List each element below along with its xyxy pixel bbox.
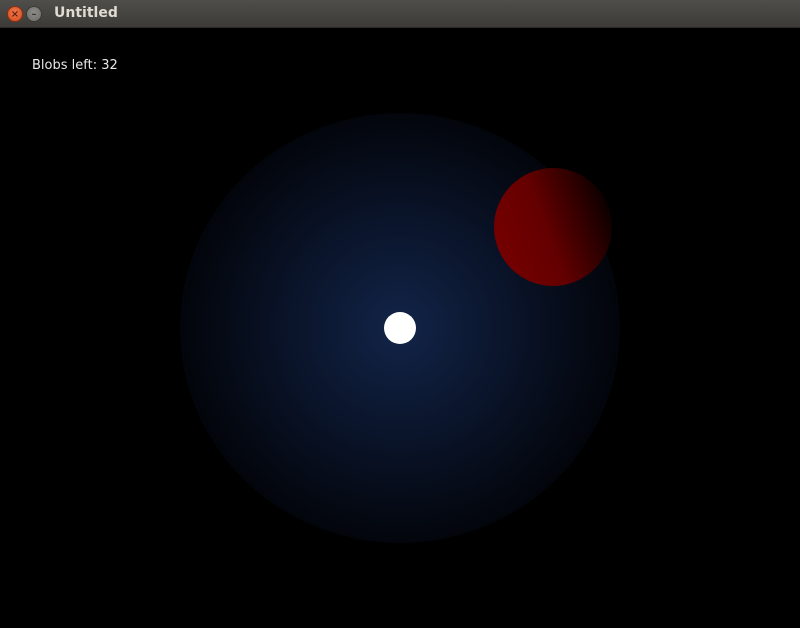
game-canvas[interactable]: Blobs left: 32 — [0, 28, 800, 628]
game-window: × – Untitled Blobs left: 32 — [0, 0, 800, 628]
close-icon: × — [10, 9, 20, 20]
title-bar[interactable]: × – Untitled — [0, 0, 800, 28]
red-blob — [494, 168, 612, 286]
minimize-icon: – — [31, 9, 37, 20]
close-window-button[interactable]: × — [7, 6, 23, 22]
blobs-left-counter: Blobs left: 32 — [32, 58, 118, 73]
player-blob — [384, 312, 416, 344]
window-title: Untitled — [54, 5, 118, 21]
minimize-window-button[interactable]: – — [26, 6, 42, 22]
